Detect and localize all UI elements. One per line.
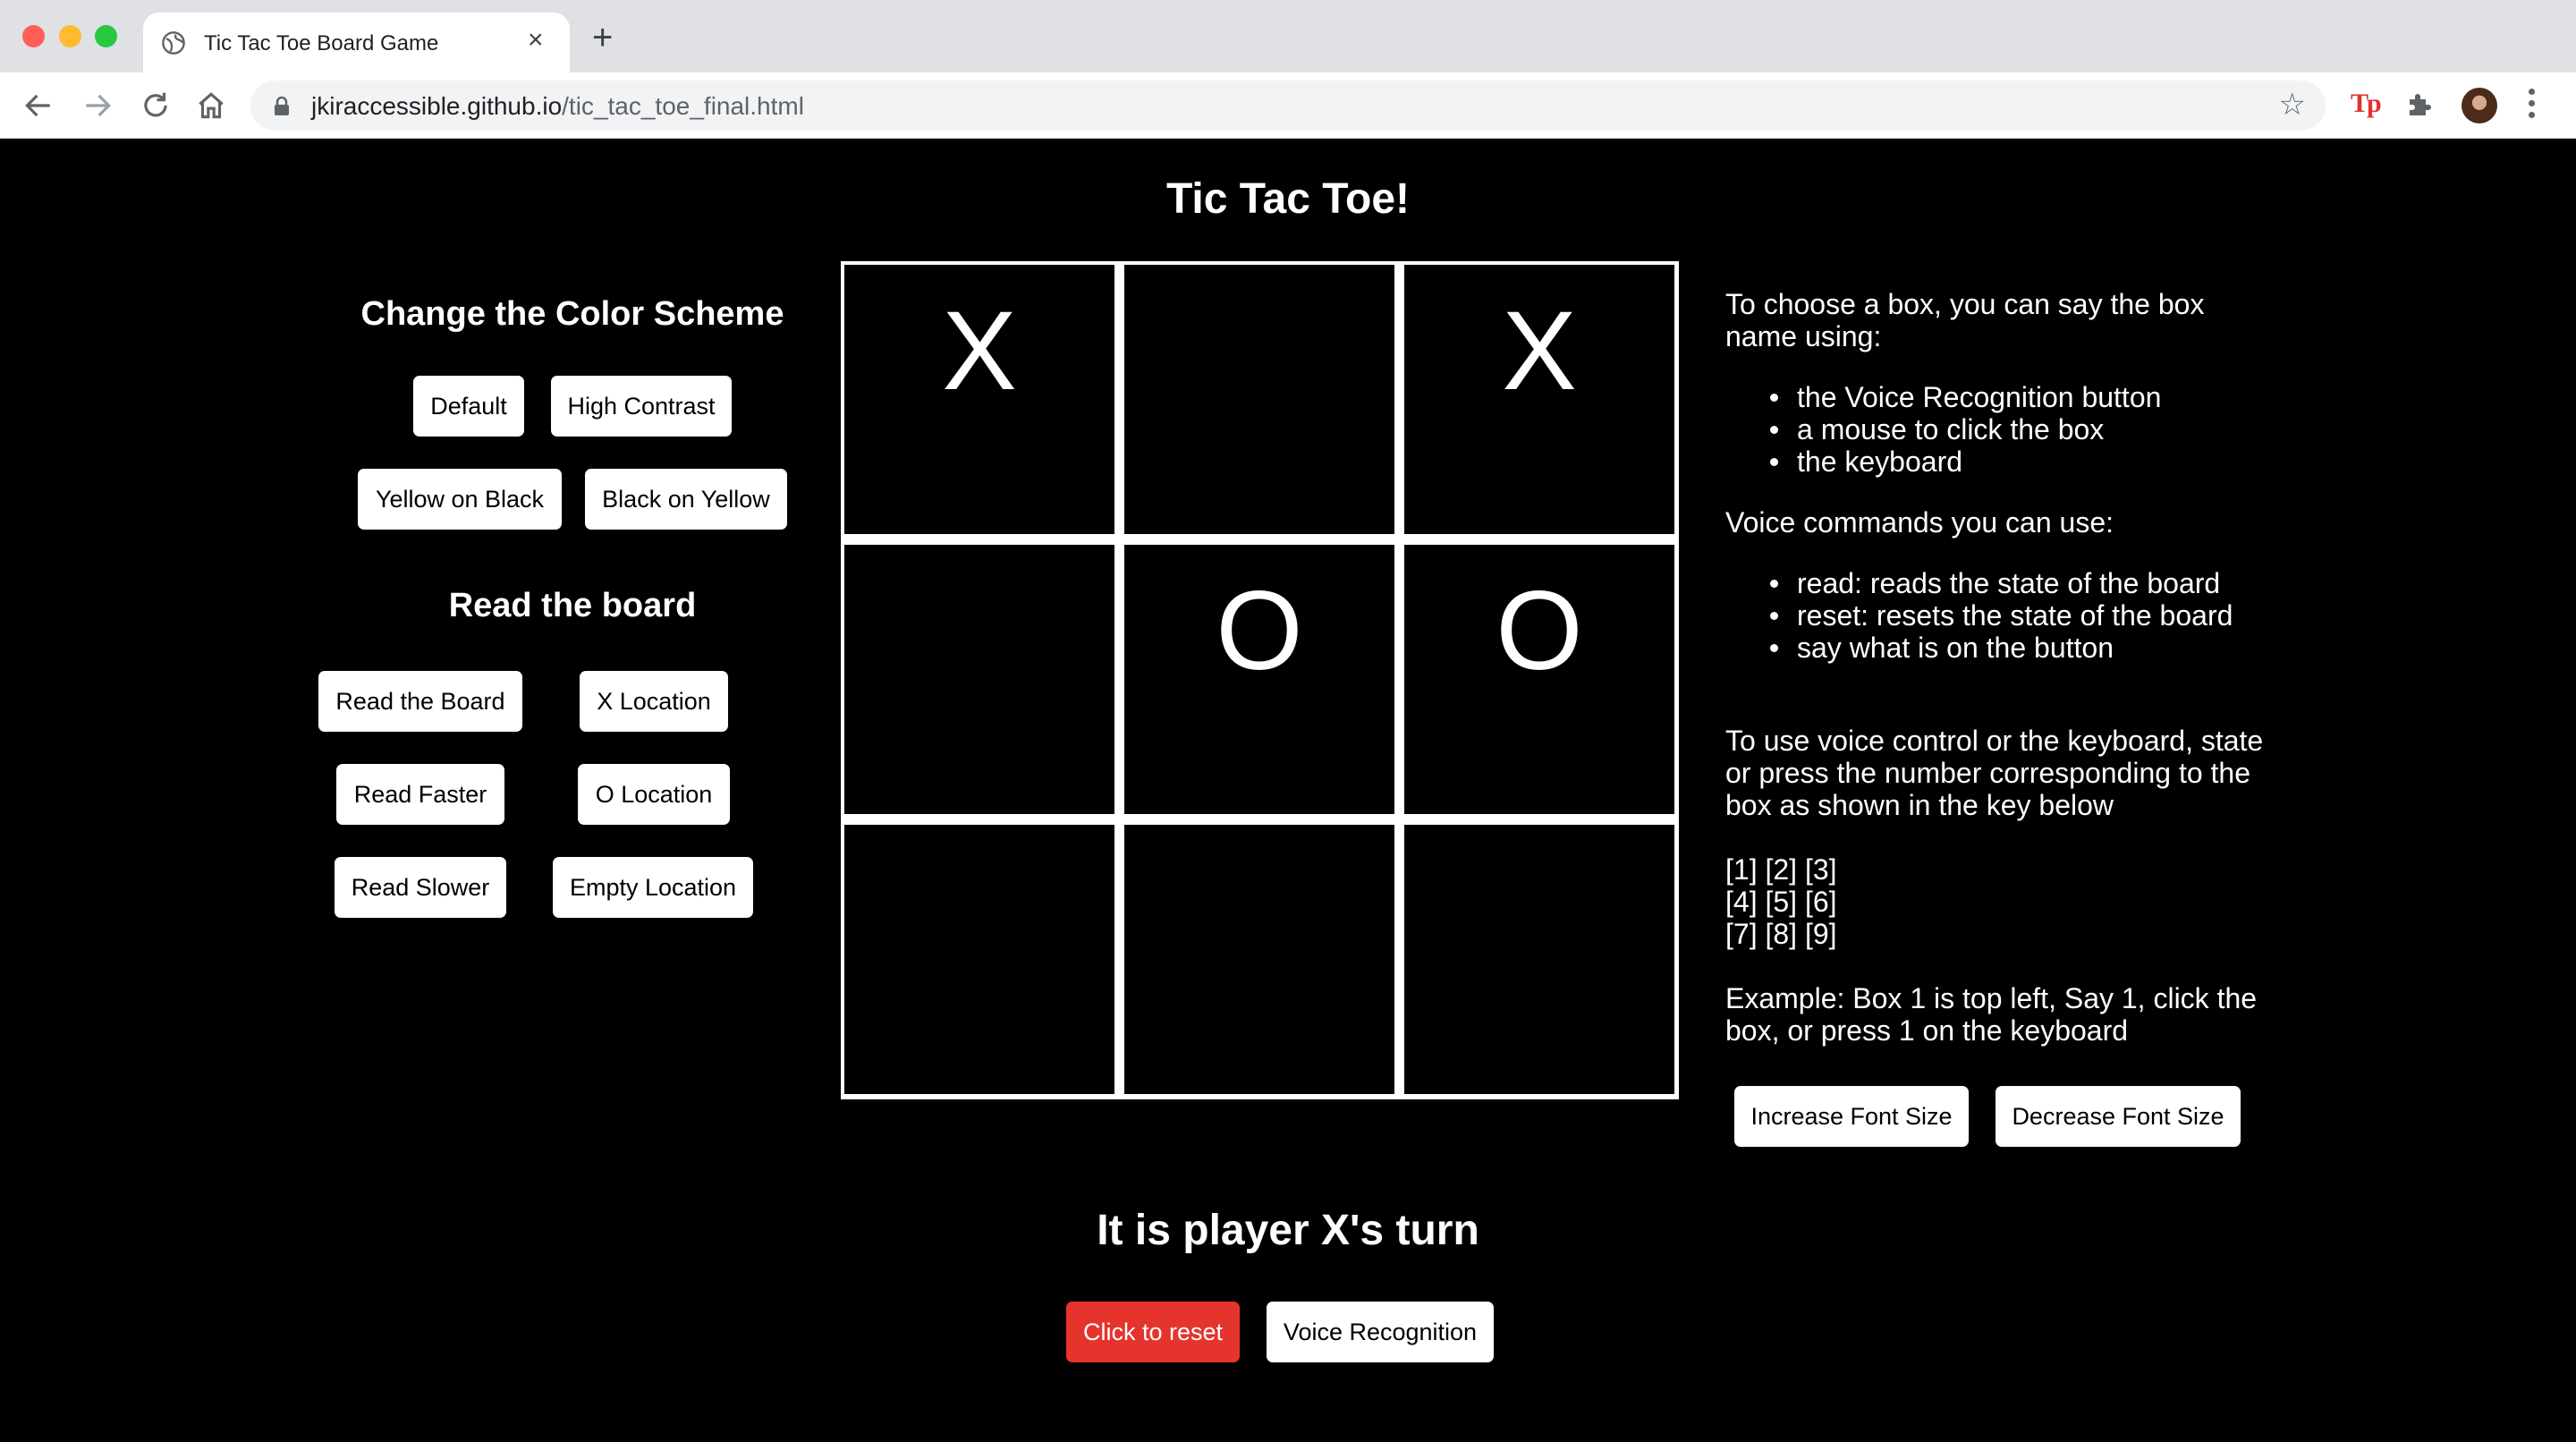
- key-row-1: [1] [2] [3]: [1725, 853, 1837, 886]
- voice-commands-heading: Voice commands you can use:: [1725, 506, 2114, 539]
- page-title: Tic Tac Toe!: [1165, 175, 1411, 223]
- back-arrow-icon[interactable]: [21, 89, 55, 123]
- browser-tab-strip: Tic Tac Toe Board Game × +: [0, 0, 2576, 72]
- board-cell-7[interactable]: [844, 825, 1114, 1094]
- minimize-window-button[interactable]: [59, 25, 81, 47]
- turn-status: It is player X's turn: [1097, 1207, 1479, 1254]
- board-cell-6[interactable]: O: [1404, 545, 1674, 814]
- extensions-puzzle-icon[interactable]: [2404, 89, 2436, 121]
- tab-title: Tic Tac Toe Board Game: [204, 31, 439, 55]
- board-cell-2[interactable]: [1124, 265, 1394, 534]
- list-item: read: reads the state of the board: [1770, 567, 2298, 599]
- close-tab-icon[interactable]: ×: [528, 27, 544, 54]
- empty-location-button[interactable]: Empty Location: [553, 857, 753, 918]
- home-icon[interactable]: [194, 89, 228, 123]
- default-scheme-button[interactable]: Default: [413, 376, 524, 437]
- read-the-board-button[interactable]: Read the Board: [318, 671, 522, 732]
- color-scheme-heading: Change the Color Scheme: [360, 295, 784, 333]
- input-methods-list: the Voice Recognition button a mouse to …: [1770, 381, 2298, 478]
- x-location-button[interactable]: X Location: [580, 671, 728, 732]
- board-cell-3[interactable]: X: [1404, 265, 1674, 534]
- globe-icon: [162, 31, 185, 55]
- maximize-window-button[interactable]: [95, 25, 117, 47]
- read-slower-button[interactable]: Read Slower: [335, 857, 506, 918]
- new-tab-icon[interactable]: +: [592, 20, 613, 55]
- browser-menu-icon[interactable]: [2528, 89, 2535, 123]
- reload-icon[interactable]: [139, 89, 173, 123]
- decrease-font-size-button[interactable]: Decrease Font Size: [1996, 1086, 2241, 1147]
- list-item: the keyboard: [1770, 445, 2298, 478]
- list-item: a mouse to click the box: [1770, 413, 2298, 445]
- key-row-3: [7] [8] [9]: [1725, 918, 1837, 950]
- voice-commands-list: read: reads the state of the board reset…: [1770, 567, 2298, 664]
- instructions-intro: To choose a box, you can say the box nam…: [1725, 288, 2205, 352]
- key-row-2: [4] [5] [6]: [1725, 886, 1837, 918]
- increase-font-size-button[interactable]: Increase Font Size: [1734, 1086, 1969, 1147]
- url-text[interactable]: jkiraccessible.github.io/tic_tac_toe_fin…: [311, 92, 804, 121]
- board-cell-4[interactable]: [844, 545, 1114, 814]
- board-cell-9[interactable]: [1404, 825, 1674, 1094]
- read-board-heading: Read the board: [448, 587, 697, 624]
- black-on-yellow-button[interactable]: Black on Yellow: [585, 469, 787, 530]
- keyboard-instructions: To use voice control or the keyboard, st…: [1725, 725, 2264, 821]
- board-cell-5[interactable]: O: [1124, 545, 1394, 814]
- forward-arrow-icon[interactable]: [80, 89, 114, 123]
- url-path: /tic_tac_toe_final.html: [562, 92, 804, 120]
- o-location-button[interactable]: O Location: [578, 764, 730, 825]
- list-item: reset: resets the state of the board: [1770, 599, 2298, 632]
- voice-recognition-button[interactable]: Voice Recognition: [1267, 1302, 1494, 1362]
- lock-icon[interactable]: [274, 97, 290, 116]
- board-cell-1[interactable]: X: [844, 265, 1114, 534]
- browser-tab[interactable]: Tic Tac Toe Board Game ×: [143, 13, 570, 72]
- high-contrast-button[interactable]: High Contrast: [551, 376, 732, 437]
- reset-button[interactable]: Click to reset: [1066, 1302, 1240, 1362]
- close-window-button[interactable]: [22, 25, 45, 47]
- board-cell-8[interactable]: [1124, 825, 1394, 1094]
- read-faster-button[interactable]: Read Faster: [336, 764, 504, 825]
- list-item: say what is on the button: [1770, 632, 2298, 664]
- address-bar[interactable]: jkiraccessible.github.io/tic_tac_toe_fin…: [250, 81, 2326, 131]
- browser-toolbar: jkiraccessible.github.io/tic_tac_toe_fin…: [0, 72, 2576, 139]
- url-host: jkiraccessible.github.io: [311, 92, 563, 120]
- tic-tac-toe-board: X X O O: [841, 261, 1679, 1099]
- list-item: the Voice Recognition button: [1770, 381, 2298, 413]
- bookmark-star-icon[interactable]: ☆: [2279, 89, 2306, 120]
- yellow-on-black-button[interactable]: Yellow on Black: [358, 469, 562, 530]
- example-text: Example: Box 1 is top left, Say 1, click…: [1725, 982, 2258, 1047]
- extension-tp-icon[interactable]: Tp: [2351, 89, 2382, 119]
- profile-avatar[interactable]: [2462, 88, 2497, 123]
